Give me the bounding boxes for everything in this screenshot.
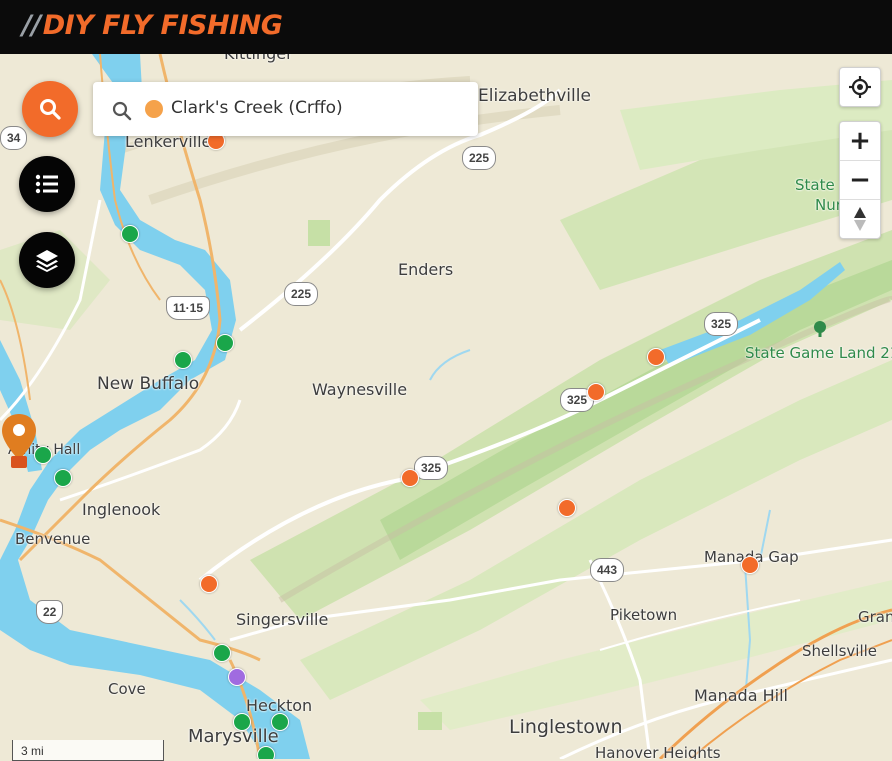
list-button[interactable] [19,156,75,212]
search-icon [112,101,132,121]
fishing-spot-marker[interactable] [587,383,605,401]
route-shield: 225 [284,282,319,306]
fishing-spot-marker[interactable] [54,469,72,487]
route-shield: 11·15 [166,296,211,320]
crosshair-icon [849,76,871,98]
fishing-spot-marker[interactable] [213,644,231,662]
place-label: Marysville [188,726,279,747]
search-value: Clark's Creek (Crffo) [171,98,343,118]
fishing-spot-marker[interactable] [401,469,419,487]
place-label: Shellsville [802,642,878,660]
place-label: Gran [858,608,892,626]
zoom-out-button[interactable]: − [840,161,880,200]
route-shield: 443 [590,558,625,582]
park-label: State Game Land 211 [745,344,892,362]
compass-button[interactable] [840,200,880,238]
fishing-spot-marker[interactable] [741,556,759,574]
place-label: Hanover Heights [595,744,721,759]
search-icon [40,99,61,120]
fishing-spot-marker[interactable] [271,713,289,731]
route-shield: 22 [36,600,64,624]
route-shield: 325 [704,312,739,336]
search-result-marker-icon [145,100,163,118]
place-label: Cove [108,680,146,698]
brand-logo[interactable]: //DIY FLY FISHING [22,10,283,41]
place-label: Singersville [236,610,329,629]
zoom-control: + − [839,121,881,239]
place-label: Benvenue [15,530,91,548]
fishing-spot-marker[interactable] [228,668,246,686]
fishing-spot-marker[interactable] [174,351,192,369]
place-label: Inglenook [82,500,161,519]
selected-location-pin[interactable] [0,412,38,470]
locate-button[interactable] [840,68,880,106]
place-label: Enders [398,260,454,279]
place-label: Piketown [610,606,678,624]
place-label: Manada Hill [694,686,788,705]
fishing-spot-marker[interactable] [257,746,275,759]
search-button[interactable] [22,81,78,137]
fishing-spot-marker[interactable] [216,334,234,352]
geolocate-control[interactable] [839,67,881,107]
fishing-spot-marker[interactable] [200,575,218,593]
compass-icon [854,207,866,231]
fishing-spot-marker[interactable] [647,348,665,366]
map-scale: 3 mi [12,740,164,761]
route-shield: 225 [462,146,497,170]
fishing-spot-marker[interactable] [121,225,139,243]
list-icon [35,174,58,194]
fishing-spot-marker[interactable] [558,499,576,517]
place-label: Kittinger [224,54,293,63]
map-basemap [0,54,892,759]
search-field[interactable]: Clark's Creek (Crffo) [93,82,478,136]
place-label: Elizabethville [478,86,591,106]
place-label: New Buffalo [97,374,200,394]
place-label: Linglestown [509,716,623,738]
fishing-spot-marker[interactable] [233,713,251,731]
route-shield: 325 [414,456,449,480]
layers-icon [36,250,58,272]
zoom-in-button[interactable]: + [840,122,880,161]
header-bar: //DIY FLY FISHING [0,0,892,54]
layers-button[interactable] [19,232,75,288]
place-label: Waynesville [312,380,408,399]
route-shield: 34 [0,126,28,150]
map-canvas[interactable]: Kittinger Elizabethville Lenkerville End… [0,54,892,759]
